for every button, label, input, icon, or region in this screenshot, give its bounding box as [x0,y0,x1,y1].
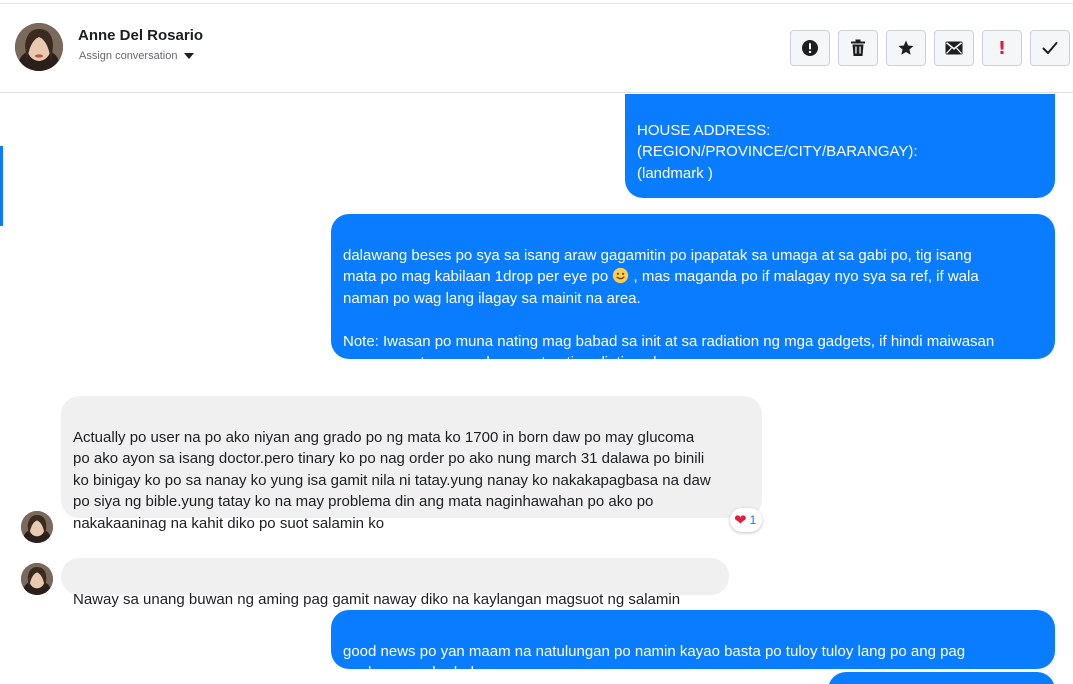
outgoing-message[interactable] [828,672,1055,684]
caret-down-icon [184,53,195,59]
outgoing-message[interactable]: dalawang beses po sya sa isang araw gaga… [331,214,1055,371]
assign-conversation-dropdown[interactable]: Assign conversation [79,50,195,62]
outgoing-message[interactable]: good news po yan maam na natulungan po n… [331,610,1055,681]
message-text: Naway sa unang buwan ng aming pag gamit … [73,590,681,608]
smile-emoji-icon [613,267,629,284]
sender-avatar [21,511,53,543]
outgoing-message[interactable]: HOUSE ADDRESS: (REGION/PROVINCE/CITY/BAR… [625,94,1055,225]
envelope-icon [945,41,963,55]
header-divider [0,3,1073,4]
alert-circle-icon [802,40,818,56]
mark-done-button[interactable] [1030,30,1070,66]
delete-button[interactable] [838,30,878,66]
reaction-count: 1 [749,513,757,527]
star-icon [898,40,914,55]
sender-avatar [21,563,53,595]
conversation-header: Anne Del Rosario Assign conversation ! [0,0,1073,93]
check-icon [1042,42,1058,54]
mark-unread-button[interactable] [934,30,974,66]
message-thread[interactable]: HOUSE ADDRESS: (REGION/PROVINCE/CITY/BAR… [0,94,1073,684]
report-spam-button[interactable] [790,30,830,66]
follow-up-button[interactable]: ! [982,30,1022,66]
contact-avatar[interactable] [15,23,63,71]
message-reaction[interactable]: ❤ 1 [730,508,763,532]
message-text: HOUSE ADDRESS: (REGION/PROVINCE/CITY/BAR… [637,121,918,225]
trash-icon [851,39,865,56]
message-text: Actually po user na po ako niyan ang gra… [73,428,711,532]
exclamation-icon: ! [997,37,1007,59]
assign-conversation-label: Assign conversation [79,50,178,62]
incoming-message[interactable]: Actually po user na po ako niyan ang gra… [61,396,762,532]
conversation-actions: ! [790,30,1070,66]
heart-icon: ❤ [734,510,747,529]
incoming-message[interactable]: Naway sa unang buwan ng aming pag gamit … [61,558,729,608]
star-button[interactable] [886,30,926,66]
contact-name[interactable]: Anne Del Rosario [78,27,203,44]
